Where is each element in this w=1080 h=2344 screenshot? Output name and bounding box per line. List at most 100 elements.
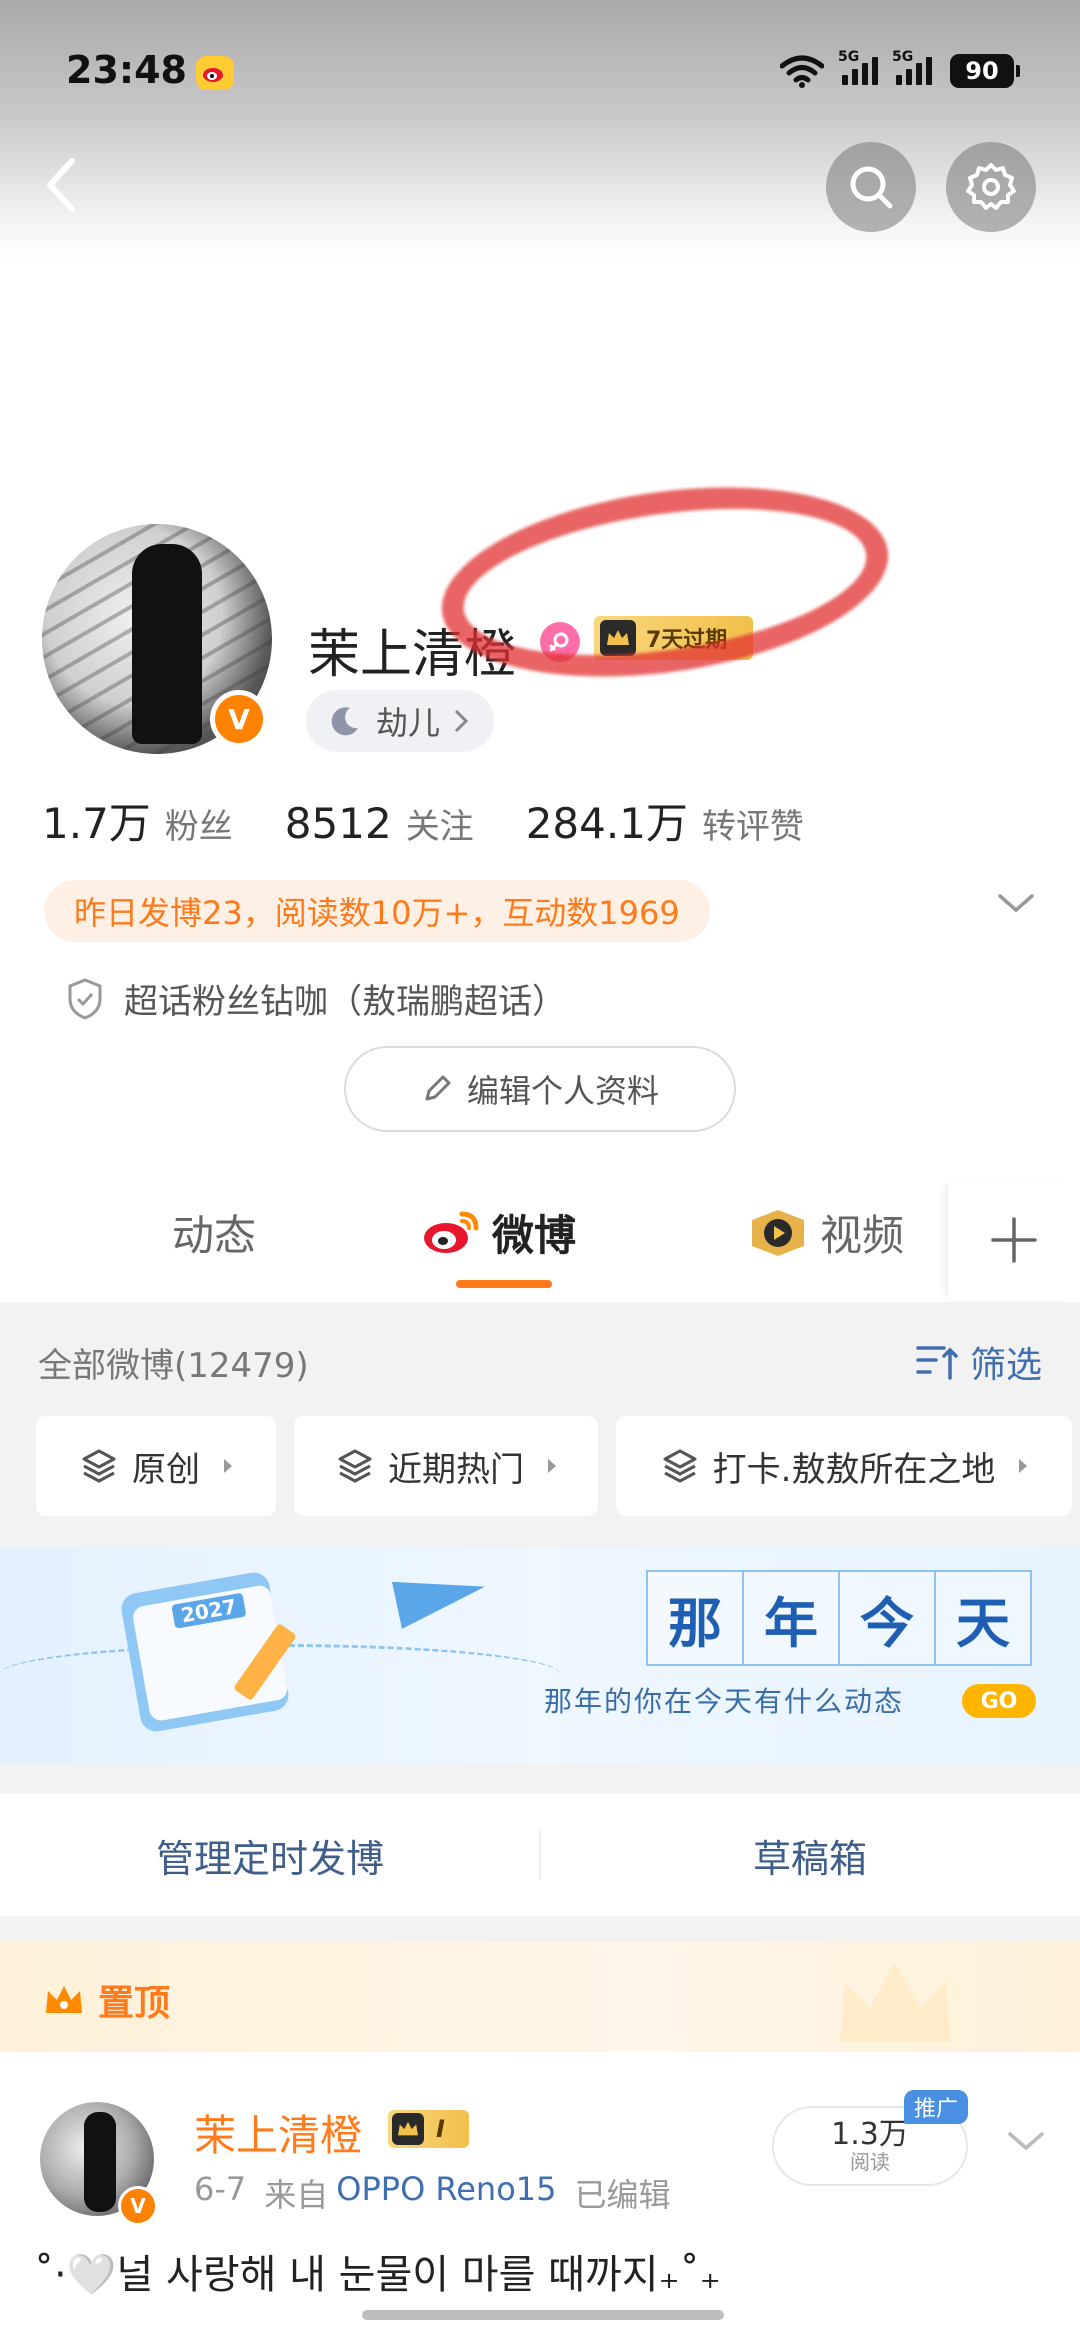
paper-plane-icon bbox=[391, 1563, 491, 1629]
post-date: 6-7 bbox=[194, 2170, 247, 2208]
filter-label: 筛选 bbox=[969, 1345, 1042, 1386]
memory-banner[interactable]: 2027 那 年 今 天 那年的你在今天有什么动态 GO bbox=[0, 1548, 1080, 1764]
banner-title-grid: 那 年 今 天 bbox=[646, 1570, 1032, 1666]
drafts-button[interactable]: 草稿箱 bbox=[540, 1828, 1080, 1883]
status-bar: 23:48 5G 5G 90 bbox=[0, 0, 1080, 140]
layers-icon bbox=[82, 1449, 116, 1483]
stat-label: 关注 bbox=[405, 807, 474, 847]
dropdown-triangle-icon bbox=[1019, 1459, 1028, 1473]
verified-badge-icon: V bbox=[118, 2186, 158, 2226]
post-source-prefix: 来自 bbox=[264, 2176, 329, 2214]
cellular-signal-2-icon: 5G bbox=[892, 49, 932, 85]
edit-profile-button[interactable]: 编辑个人资料 bbox=[344, 1046, 736, 1132]
stat-label: 转评赞 bbox=[701, 807, 804, 847]
read-label: 阅读 bbox=[850, 2150, 890, 2174]
layers-icon bbox=[663, 1449, 697, 1483]
settings-button[interactable] bbox=[946, 142, 1036, 232]
post-meta: 6-7 来自 OPPO Reno15 已编辑 bbox=[194, 2170, 671, 2216]
chip-checkin[interactable]: 打卡.敖敖所在之地 bbox=[616, 1416, 1072, 1516]
promote-tag[interactable]: 推广 bbox=[904, 2090, 968, 2124]
banner-go-button[interactable]: GO bbox=[962, 1684, 1036, 1718]
post-vip-badge[interactable]: I bbox=[388, 2110, 469, 2148]
pencil-icon bbox=[425, 1075, 451, 1101]
search-icon bbox=[850, 166, 893, 209]
weibo-notification-icon bbox=[196, 56, 234, 90]
back-button[interactable] bbox=[30, 150, 90, 220]
battery-icon: 90 bbox=[950, 54, 1020, 88]
tab-label: 动态 bbox=[172, 1211, 257, 1260]
interactions-stat[interactable]: 284.1万 转评赞 bbox=[526, 790, 804, 851]
tab-dynamic[interactable]: 动态 bbox=[172, 1202, 256, 1263]
vip-expiry-label: 7天过期 bbox=[646, 628, 728, 653]
scheduled-posts-button[interactable]: 管理定时发博 bbox=[0, 1828, 540, 1883]
plus-icon bbox=[991, 1217, 1037, 1263]
add-tab-button[interactable] bbox=[948, 1180, 1080, 1300]
chip-recent-hot[interactable]: 近期热门 bbox=[294, 1416, 598, 1516]
chip-original[interactable]: 原创 bbox=[36, 1416, 276, 1516]
cellular-signal-1-icon: 5G bbox=[838, 49, 878, 85]
vip-membership-badge[interactable]: 7天过期 bbox=[594, 616, 754, 660]
network-type-label: 5G bbox=[892, 49, 914, 65]
active-tab-indicator bbox=[456, 1280, 552, 1288]
back-arrow-icon bbox=[47, 158, 75, 212]
all-weibo-count: 全部微博(12479) bbox=[38, 1346, 309, 1386]
tab-video[interactable]: 视频 bbox=[748, 1202, 904, 1263]
post-device[interactable]: OPPO Reno15 bbox=[336, 2170, 556, 2216]
chip-label: 打卡.敖敖所在之地 bbox=[712, 1449, 996, 1490]
shield-check-icon bbox=[68, 977, 102, 1020]
mood-label: 劫儿 bbox=[376, 704, 441, 742]
stat-number: 8512 bbox=[284, 799, 392, 848]
pinned-text: 置顶 bbox=[98, 1983, 171, 2024]
chip-label: 近期热门 bbox=[388, 1449, 524, 1490]
female-gender-icon bbox=[540, 622, 580, 662]
expand-chevron-down-icon[interactable] bbox=[996, 892, 1036, 920]
read-count: 1.3万 bbox=[831, 2117, 909, 2152]
gear-icon bbox=[966, 163, 1016, 210]
supertopic-label: 超话粉丝钻咖（敖瑞鹏超话） bbox=[124, 982, 566, 1022]
profile-stats: 1.7万 粉丝 8512 关注 284.1万 转评赞 bbox=[42, 790, 804, 851]
home-indicator[interactable] bbox=[362, 2310, 724, 2320]
post-author-name[interactable]: 茉上清橙 bbox=[194, 2102, 362, 2163]
manage-row: 管理定时发博 草稿箱 bbox=[0, 1794, 1080, 1916]
layers-icon bbox=[338, 1449, 372, 1483]
dropdown-triangle-icon bbox=[548, 1459, 556, 1473]
yesterday-summary-pill[interactable]: 昨日发博23，阅读数10万+，互动数1969 bbox=[44, 880, 710, 942]
banner-title-char: 年 bbox=[742, 1570, 840, 1666]
stat-label: 粉丝 bbox=[164, 807, 233, 847]
mood-status-chip[interactable]: 劫儿 bbox=[306, 690, 495, 752]
search-button[interactable] bbox=[826, 142, 916, 232]
moon-icon bbox=[331, 707, 358, 736]
pinned-header: 置顶 bbox=[0, 1942, 1080, 2052]
following-stat[interactable]: 8512 关注 bbox=[285, 799, 474, 848]
profile-nickname: 茉上清橙 bbox=[308, 625, 517, 685]
pinned-post[interactable]: 置顶 V 茉上清橙 I 6-7 来自 OPPO Reno15 已编辑 1.3万 … bbox=[0, 1942, 1080, 2344]
tab-label: 视频 bbox=[820, 1211, 905, 1260]
profile-tabs: 动态 微博 视频 bbox=[0, 1180, 1080, 1300]
dropdown-triangle-icon bbox=[224, 1459, 232, 1473]
banner-title-char: 今 bbox=[838, 1570, 936, 1666]
chevron-right-icon bbox=[454, 709, 469, 733]
status-indicators: 5G 5G 90 bbox=[780, 49, 1020, 88]
weibo-logo-icon bbox=[424, 1211, 479, 1253]
divider bbox=[539, 1830, 541, 1880]
crown-watermark-icon bbox=[840, 1962, 950, 2042]
filter-icon bbox=[916, 1346, 958, 1380]
verified-badge-icon: V bbox=[210, 690, 268, 748]
tab-label: 微博 bbox=[492, 1211, 577, 1260]
network-type-label: 5G bbox=[838, 49, 860, 65]
video-channel-icon bbox=[752, 1209, 804, 1256]
chip-label: 原创 bbox=[132, 1449, 200, 1490]
wifi-icon bbox=[780, 55, 824, 88]
followers-stat[interactable]: 1.7万 粉丝 bbox=[42, 790, 233, 851]
post-menu-chevron-down-icon[interactable] bbox=[1006, 2130, 1046, 2158]
supertopic-fan-row[interactable]: 超话粉丝钻咖（敖瑞鹏超话） bbox=[66, 974, 566, 1023]
status-time: 23:48 bbox=[66, 48, 187, 92]
stat-number: 1.7万 bbox=[42, 799, 151, 848]
post-text[interactable]: ˚·🤍널 사랑해 내 눈물이 마를 때까지₊˚₊ bbox=[34, 2242, 721, 2300]
edit-profile-label: 编辑个人资料 bbox=[466, 1072, 659, 1110]
tab-weibo[interactable]: 微博 bbox=[422, 1202, 576, 1263]
banner-title-char: 那 bbox=[646, 1570, 744, 1666]
filter-button[interactable]: 筛选 bbox=[914, 1336, 1042, 1388]
post-edited: 已编辑 bbox=[574, 2176, 671, 2214]
crown-icon bbox=[600, 620, 636, 656]
